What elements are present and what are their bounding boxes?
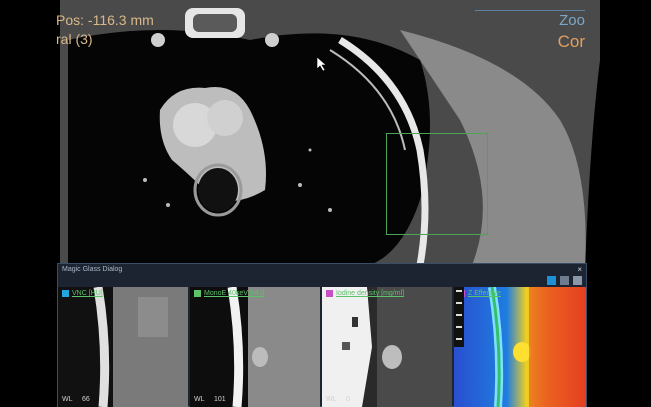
close-icon[interactable]: × [577, 265, 582, 274]
wl-value: 0 [346, 396, 350, 403]
panel-label[interactable]: VNC [HU] [72, 290, 103, 297]
wl-label: WL [194, 396, 205, 403]
wl-label: WL [62, 396, 73, 403]
monoe-image [190, 287, 320, 407]
cursor-icon [316, 56, 327, 72]
magic-glass-region[interactable] [386, 133, 488, 235]
panel-label[interactable]: MonoE 40keV [HU] [204, 290, 264, 297]
monitor-icon[interactable] [547, 276, 556, 285]
panel-swatch [326, 290, 333, 297]
zoom-label: Zoo [559, 12, 585, 29]
panel-swatch [194, 290, 201, 297]
panel-z-effective[interactable]: Z Effective [454, 287, 586, 407]
panel-label[interactable]: Z Effective [468, 290, 501, 297]
cor-label: Cor [557, 32, 585, 51]
iodine-density-image [322, 287, 452, 407]
settings-icon[interactable] [573, 276, 582, 285]
magic-glass-dialog[interactable]: Magic Glass Dialog × VNC [HU] WL 66 Mono… [57, 263, 587, 407]
wl-label: WL [326, 396, 337, 403]
vnc-image [58, 287, 188, 407]
panel-iodine-density[interactable]: Iodine density [mg/ml] WL 0 [322, 287, 452, 407]
wl-value: 66 [82, 396, 90, 403]
ct-axial-image[interactable] [0, 0, 651, 270]
panel-monoe[interactable]: MonoE 40keV [HU] WL 101 [190, 287, 320, 407]
position-readout: Pos: -116.3 mm [56, 12, 154, 28]
camera-icon[interactable] [560, 276, 569, 285]
wl-value: 101 [214, 396, 226, 403]
dialog-toolbar [547, 276, 582, 285]
header-divider [475, 10, 585, 11]
orientation-label: ral (3) [56, 31, 93, 47]
panel-vnc[interactable]: VNC [HU] WL 66 [58, 287, 188, 407]
z-effective-image [454, 287, 586, 407]
panel-swatch [62, 290, 69, 297]
color-scale-bar [454, 287, 464, 347]
dialog-title: Magic Glass Dialog [62, 266, 123, 273]
ct-viewer[interactable]: Pos: -116.3 mm ral (3) Zoo Cor Magic Gla… [0, 0, 651, 407]
panel-label[interactable]: Iodine density [mg/ml] [336, 290, 404, 297]
